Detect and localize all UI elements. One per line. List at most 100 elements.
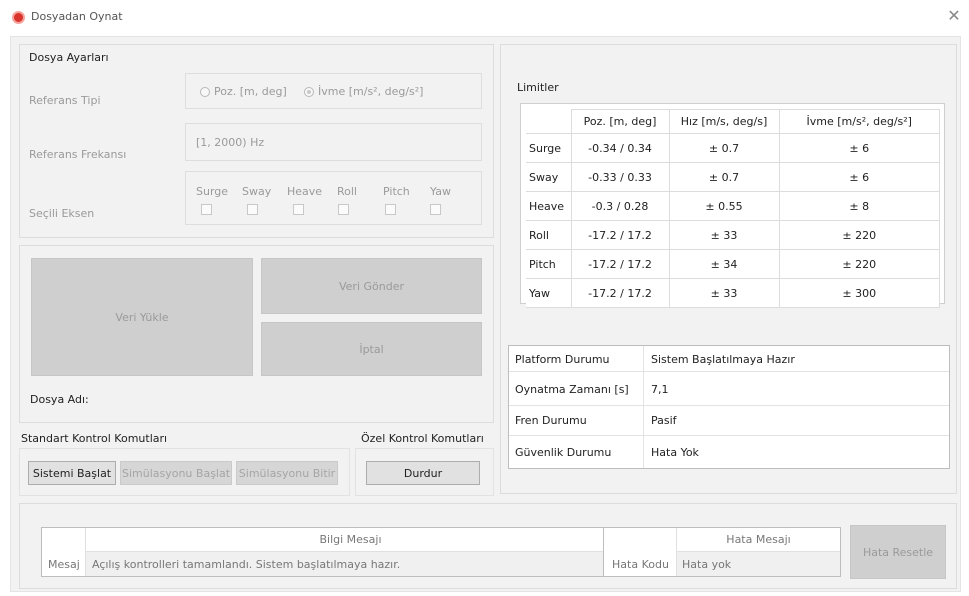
error-message-header: Hata Mesajı	[676, 528, 840, 552]
brake-status-value: Pasif	[651, 414, 677, 427]
safety-status-label: Güvenlik Durumu	[515, 446, 612, 459]
special-commands-group: Özel Kontrol Komutları Durdur	[355, 426, 494, 496]
error-message-text: Hata yok	[682, 558, 732, 571]
header-acceleration: İvme [m/s², deg/s²]	[778, 109, 940, 134]
table-row: Roll -17.2 / 17.2 ± 33 ± 220	[526, 220, 940, 250]
table-row: Heave -0.3 / 0.28 ± 0.55 ± 8	[526, 191, 940, 221]
standard-commands-title: Standart Kontrol Komutları	[21, 432, 168, 445]
status-divider	[643, 346, 644, 468]
selected-axis-label: Seçili Eksen	[29, 207, 95, 220]
limits-title: Limitler	[517, 81, 559, 94]
file-settings-title: Dosya Ayarları	[29, 51, 109, 64]
radio-pos[interactable]	[200, 86, 210, 97]
table-row: Sway -0.33 / 0.33 ± 0.7 ± 6	[526, 162, 940, 192]
row-velocity: ± 0.7	[668, 162, 780, 192]
axis-label-yaw: Yaw	[430, 185, 451, 198]
status-row-brake: Fren Durumu Pasif	[509, 406, 949, 436]
reference-freq-label: Referans Frekansı	[29, 148, 127, 161]
platform-status-value: Sistem Başlatılmaya Hazır	[651, 353, 795, 366]
axis-checkbox-sway[interactable]	[247, 204, 258, 215]
stop-button[interactable]: Durdur	[366, 461, 480, 485]
row-acceleration: ± 300	[778, 278, 940, 308]
info-message-header: Bilgi Mesajı	[86, 528, 615, 552]
error-code-label: Hata Kodu	[612, 558, 669, 571]
row-velocity: ± 33	[668, 220, 780, 250]
status-row-playtime: Oynatma Zamanı [s] 7,1	[509, 372, 949, 406]
window-title: Dosyadan Oynat	[31, 10, 123, 23]
axis-checkbox-surge[interactable]	[201, 204, 212, 215]
special-commands-title: Özel Kontrol Komutları	[361, 432, 484, 445]
row-position: -17.2 / 17.2	[570, 220, 670, 250]
data-actions-panel: Veri Yükle Veri Gönder İptal Dosya Adı:	[19, 245, 494, 423]
reset-error-button[interactable]: Hata Resetle	[850, 525, 946, 579]
cancel-button[interactable]: İptal	[261, 322, 482, 376]
row-acceleration: ± 220	[778, 249, 940, 279]
row-axis: Pitch	[526, 249, 572, 279]
right-panel: Limitler Poz. [m, deg] Hız [m/s, deg/s] …	[500, 44, 957, 494]
load-data-button[interactable]: Veri Yükle	[31, 258, 253, 376]
play-time-label: Oynatma Zamanı [s]	[515, 383, 629, 396]
axis-checkbox-heave[interactable]	[293, 204, 304, 215]
header-velocity: Hız [m/s, deg/s]	[668, 109, 780, 134]
start-simulation-button[interactable]: Simülasyonu Başlat	[120, 461, 232, 485]
limits-table-frame: Poz. [m, deg] Hız [m/s, deg/s] İvme [m/s…	[520, 103, 945, 308]
end-simulation-button[interactable]: Simülasyonu Bitir	[236, 461, 338, 485]
row-position: -17.2 / 17.2	[570, 249, 670, 279]
send-data-button[interactable]: Veri Gönder	[261, 258, 482, 314]
row-axis: Roll	[526, 220, 572, 250]
row-velocity: ± 0.55	[668, 191, 780, 221]
axis-label-heave: Heave	[287, 185, 323, 198]
row-velocity: ± 34	[668, 249, 780, 279]
axis-label-roll: Roll	[337, 185, 357, 198]
close-icon[interactable]: ✕	[944, 6, 964, 25]
reference-freq-field: [1, 2000) Hz	[185, 123, 482, 161]
selected-axis-group: Surge Sway Heave Roll Pitch Yaw	[185, 171, 482, 225]
safety-status-value: Hata Yok	[651, 446, 699, 459]
row-axis: Sway	[526, 162, 572, 192]
row-position: -0.34 / 0.34	[570, 133, 670, 163]
file-settings-panel: Dosya Ayarları Referans Tipi Poz. [m, de…	[19, 44, 494, 238]
row-position: -17.2 / 17.2	[570, 278, 670, 308]
reference-freq-value: [1, 2000) Hz	[196, 136, 265, 149]
axis-label-sway: Sway	[242, 185, 272, 198]
row-velocity: ± 33	[668, 278, 780, 308]
row-position: -0.3 / 0.28	[570, 191, 670, 221]
row-axis: Yaw	[526, 278, 572, 308]
row-axis: Surge	[526, 133, 572, 163]
status-row-platform: Platform Durumu Sistem Başlatılmaya Hazı…	[509, 346, 949, 372]
file-name-label: Dosya Adı:	[30, 393, 89, 406]
header-position: Poz. [m, deg]	[570, 109, 670, 134]
table-row: Pitch -17.2 / 17.2 ± 34 ± 220	[526, 249, 940, 279]
row-acceleration: ± 220	[778, 220, 940, 250]
limits-header-row: Poz. [m, deg] Hız [m/s, deg/s] İvme [m/s…	[526, 109, 940, 134]
axis-label-surge: Surge	[196, 185, 229, 198]
title-bar: Dosyadan Oynat ✕	[0, 0, 969, 34]
platform-status-label: Platform Durumu	[515, 353, 610, 366]
standard-commands-group: Standart Kontrol Komutları Sistemi Başla…	[19, 426, 350, 496]
reference-type-option-pos[interactable]: Poz. [m, deg]	[200, 85, 287, 98]
status-row-safety: Güvenlik Durumu Hata Yok	[509, 436, 949, 468]
info-message-label: Mesaj	[48, 558, 80, 571]
axis-checkbox-pitch[interactable]	[385, 204, 396, 215]
reference-type-label: Referans Tipi	[29, 94, 101, 107]
special-commands-frame: Durdur	[355, 448, 494, 496]
row-acceleration: ± 8	[778, 191, 940, 221]
brake-status-label: Fren Durumu	[515, 414, 587, 427]
limits-table: Poz. [m, deg] Hız [m/s, deg/s] İvme [m/s…	[526, 109, 940, 308]
row-position: -0.33 / 0.33	[570, 162, 670, 192]
row-velocity: ± 0.7	[668, 133, 780, 163]
status-panel: Platform Durumu Sistem Başlatılmaya Hazı…	[508, 345, 950, 469]
axis-checkbox-yaw[interactable]	[430, 204, 441, 215]
app-icon	[12, 11, 25, 24]
error-message-box: Hata Mesajı Hata Kodu Hata yok	[603, 527, 841, 577]
row-acceleration: ± 6	[778, 133, 940, 163]
info-message-box: Bilgi Mesajı Mesaj Açılış kontrolleri ta…	[41, 527, 616, 577]
start-system-button[interactable]: Sistemi Başlat	[28, 461, 116, 485]
info-message-text: Açılış kontrolleri tamamlandı. Sistem ba…	[92, 558, 401, 571]
radio-acc[interactable]	[304, 86, 314, 97]
axis-label-pitch: Pitch	[383, 185, 410, 198]
reference-type-option-acc[interactable]: İvme [m/s², deg/s²]	[304, 85, 423, 98]
axis-checkbox-roll[interactable]	[338, 204, 349, 215]
row-axis: Heave	[526, 191, 572, 221]
play-time-value: 7,1	[651, 383, 669, 396]
